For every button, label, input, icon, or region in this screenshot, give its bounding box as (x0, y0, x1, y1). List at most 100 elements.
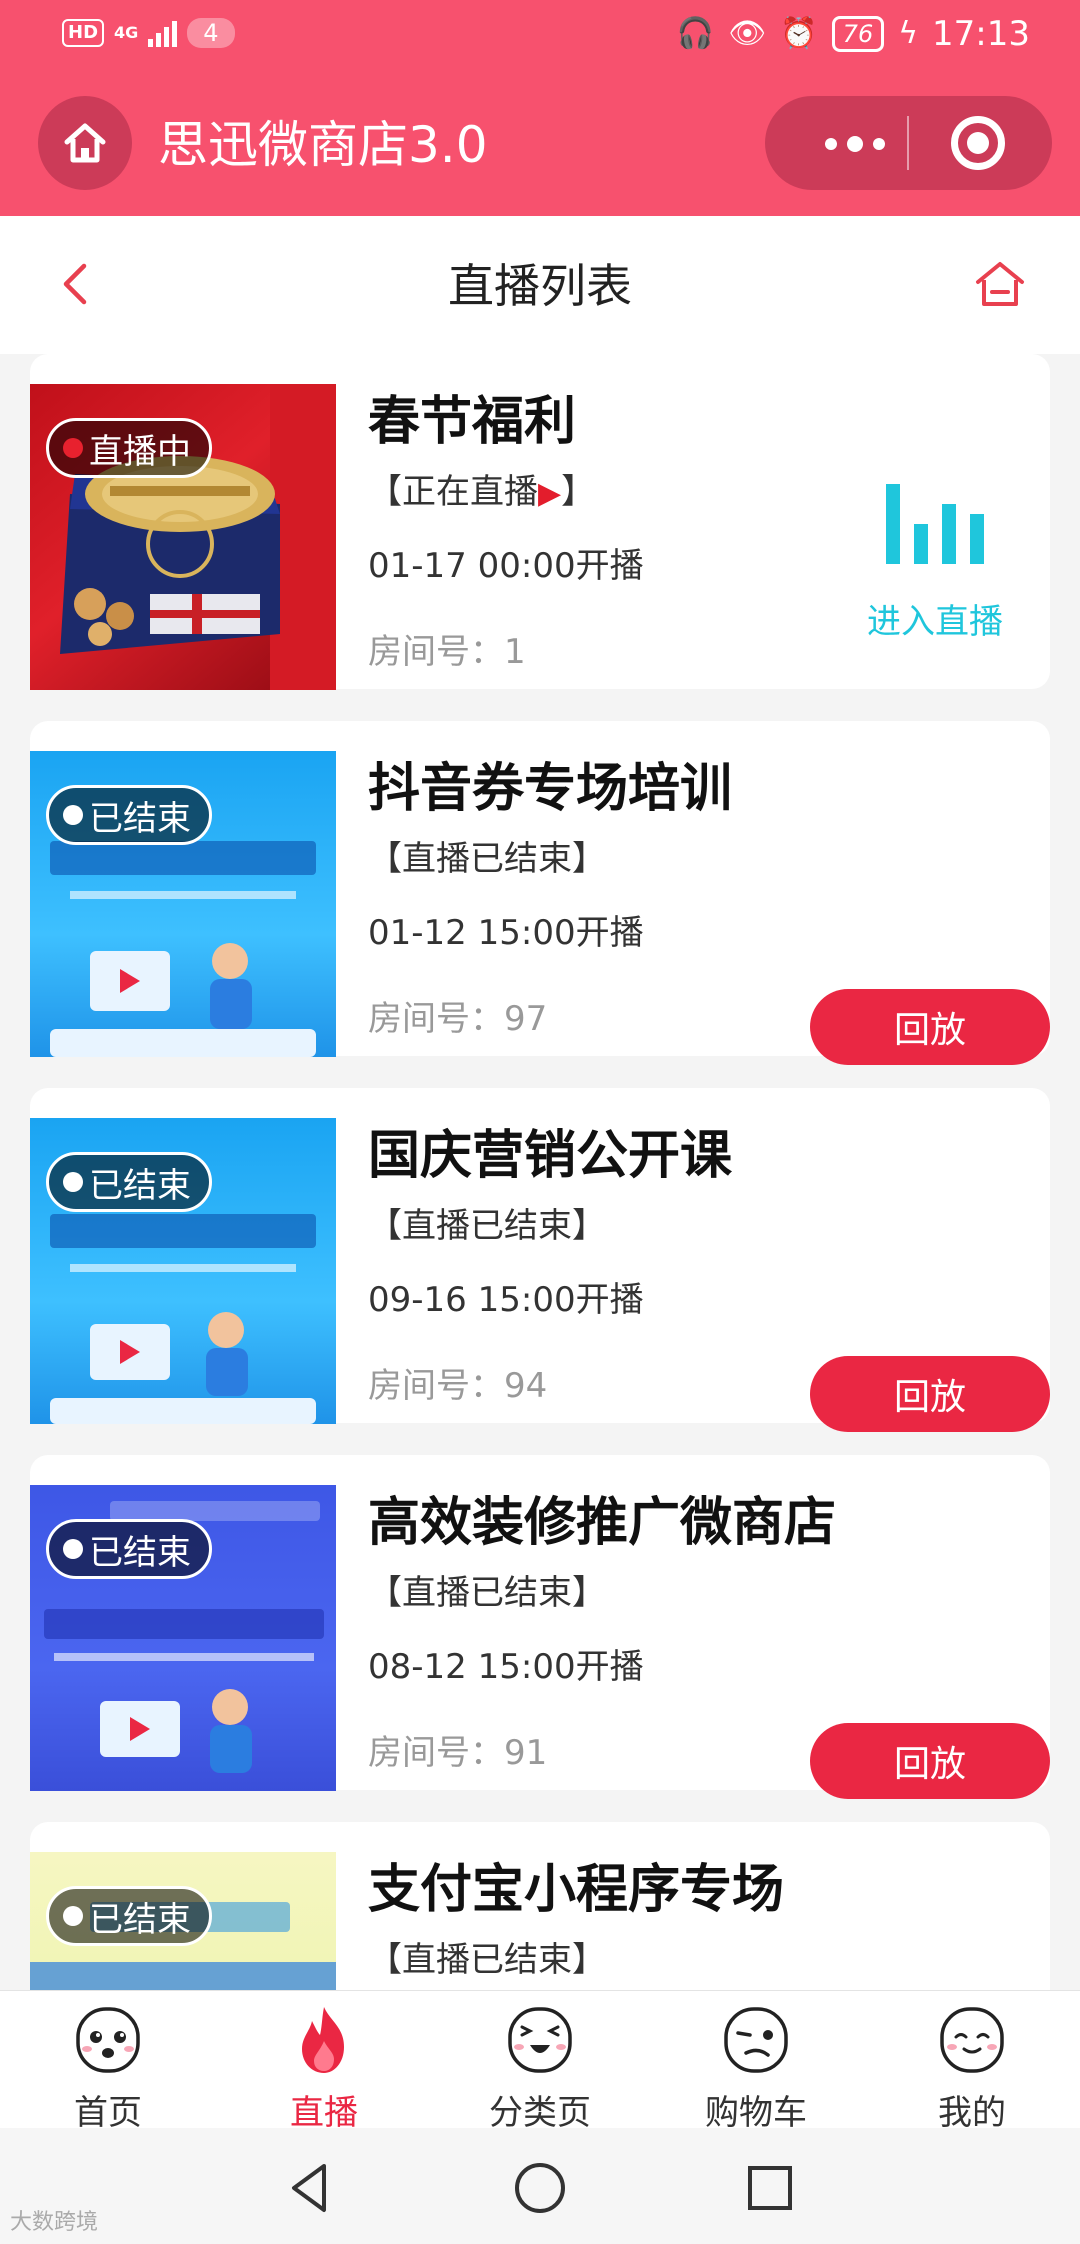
room-label: 房间号： (368, 999, 504, 1039)
stream-thumbnail: 直播中 (30, 384, 336, 690)
tab-label: 直播 (290, 2093, 358, 2133)
page-header: 直播列表 (0, 216, 1080, 354)
face-smile-icon (940, 2007, 1004, 2073)
tab-label: 分类页 (489, 2093, 591, 2133)
stream-card[interactable]: 已结束 抖音券专场培训 【直播已结束】 01-12 15:00开播 房间号：97… (30, 721, 1050, 1065)
flame-icon (302, 2007, 344, 2073)
stream-start-time: 01-17 00:00开播 (368, 546, 644, 586)
headphones-icon: 🎧 (676, 16, 715, 51)
app-bar: 思迅微商店3.0 (0, 72, 1080, 216)
stream-status: 【正在直播▶】 (368, 470, 595, 516)
live-dot-icon (63, 438, 83, 458)
capsule-divider (907, 116, 909, 170)
signal-icon (148, 19, 178, 47)
enter-live-label: 进入直播 (867, 602, 1003, 642)
replay-button[interactable]: 回放 (810, 1723, 1050, 1799)
recents-square-icon[interactable] (740, 2158, 800, 2218)
room-value: 94 (504, 1366, 548, 1406)
status-right: 🎧 👁 ⏰ 76 ϟ 17:13 (677, 14, 1030, 54)
ended-badge: 已结束 (46, 1152, 212, 1212)
badge-label: 已结束 (89, 1165, 191, 1206)
clock: 17:13 (932, 14, 1030, 54)
status-text: 【正在直播 (368, 472, 538, 512)
app-title: 思迅微商店3.0 (158, 116, 488, 174)
face-wink-icon (724, 2007, 788, 2073)
home-circle-icon[interactable] (510, 2158, 570, 2218)
tab-live[interactable]: 直播 (216, 2001, 432, 2134)
ended-dot-icon (63, 1539, 83, 1559)
tab-bar: 首页 直播 分类页 购物车 我的 (0, 1990, 1080, 2133)
stream-card[interactable]: 已结束 国庆营销公开课 【直播已结束】 09-16 15:00开播 房间号：94… (30, 1088, 1050, 1432)
ended-dot-icon (63, 805, 83, 825)
stream-status: 【直播已结束】 (368, 839, 606, 879)
home-button[interactable] (38, 96, 132, 190)
hd-indicator: HD (62, 19, 105, 47)
badge-label: 直播中 (89, 431, 191, 472)
status-left: HD 4G 4 (62, 18, 235, 48)
system-nav-bar: 大数跨境 (0, 2128, 1080, 2244)
network-type: 4G (114, 23, 139, 42)
close-miniprogram-button[interactable] (951, 116, 1005, 170)
stream-thumbnail: 已结束 (30, 1118, 336, 1424)
room-number: 房间号：97 (368, 997, 547, 1041)
stream-start-time: 01-12 15:00开播 (368, 913, 644, 953)
badge-label: 已结束 (89, 1532, 191, 1573)
ended-dot-icon (63, 1172, 83, 1192)
stream-start-time: 08-12 15:00开播 (368, 1647, 644, 1687)
tab-label: 购物车 (705, 2093, 807, 2133)
stream-list: 直播中 春节福利 【正在直播▶】 01-17 00:00开播 房间号：1 进入直… (0, 354, 1080, 1990)
back-triangle-icon[interactable] (280, 2158, 340, 2218)
stream-thumbnail: 已结束 (30, 751, 336, 1057)
tab-mine[interactable]: 我的 (864, 2001, 1080, 2134)
status-bar: HD 4G 4 🎧 👁 ⏰ 76 ϟ 17:13 (0, 0, 1080, 72)
stream-thumbnail: 已结束 (30, 1852, 336, 1990)
stream-status: 【直播已结束】 (368, 1206, 606, 1246)
home-outline-icon[interactable] (970, 254, 1030, 314)
room-number: 房间号：1 (368, 630, 526, 674)
tab-category[interactable]: 分类页 (432, 2001, 648, 2134)
charging-icon: ϟ (898, 16, 919, 51)
stream-title: 国庆营销公开课 (368, 1126, 733, 1186)
capsule-menu (765, 96, 1052, 190)
stream-title: 支付宝小程序专场 (368, 1860, 785, 1920)
ended-badge: 已结束 (46, 785, 212, 845)
page-title: 直播列表 (448, 259, 632, 313)
face-surprised-icon (76, 2007, 140, 2073)
room-value: 1 (504, 632, 526, 672)
tab-cart[interactable]: 购物车 (648, 2001, 864, 2134)
room-number: 房间号：94 (368, 1364, 547, 1408)
alarm-icon: ⏰ (780, 16, 818, 51)
stream-card[interactable]: 直播中 春节福利 【正在直播▶】 01-17 00:00开播 房间号：1 进入直… (30, 354, 1050, 690)
room-value: 91 (504, 1733, 548, 1773)
live-badge: 直播中 (46, 418, 212, 478)
room-label: 房间号： (368, 1733, 504, 1773)
badge-label: 已结束 (89, 798, 191, 839)
stream-card[interactable]: 已结束 支付宝小程序专场 【直播已结束】 (30, 1822, 1050, 1990)
badge-label: 已结束 (89, 1899, 191, 1940)
tab-home[interactable]: 首页 (0, 2001, 216, 2134)
replay-button[interactable]: 回放 (810, 989, 1050, 1065)
ended-badge: 已结束 (46, 1886, 212, 1946)
tab-label: 首页 (74, 2093, 142, 2133)
room-number: 房间号：91 (368, 1731, 547, 1775)
room-value: 97 (504, 999, 548, 1039)
enter-live-button[interactable]: 进入直播 (860, 484, 1010, 643)
more-button[interactable] (805, 122, 905, 166)
notification-count: 4 (187, 18, 235, 48)
stream-start-time: 09-16 15:00开播 (368, 1280, 644, 1320)
ended-badge: 已结束 (46, 1519, 212, 1579)
more-dots-icon (825, 136, 885, 152)
live-bars-icon (860, 484, 1010, 564)
replay-button[interactable]: 回放 (810, 1356, 1050, 1432)
watermark: 大数跨境 (10, 2210, 99, 2235)
face-laughing-icon (508, 2007, 572, 2073)
tab-label: 我的 (938, 2093, 1006, 2133)
eye-icon: 👁 (728, 16, 767, 51)
stream-status: 【直播已结束】 (368, 1940, 606, 1980)
room-label: 房间号： (368, 1366, 504, 1406)
stream-card[interactable]: 已结束 高效装修推广微商店 【直播已结束】 08-12 15:00开播 房间号：… (30, 1455, 1050, 1799)
home-icon (64, 123, 106, 163)
battery-indicator: 76 (831, 16, 885, 52)
stream-title: 春节福利 (368, 392, 577, 452)
play-arrow-icon: ▶ (538, 476, 562, 511)
